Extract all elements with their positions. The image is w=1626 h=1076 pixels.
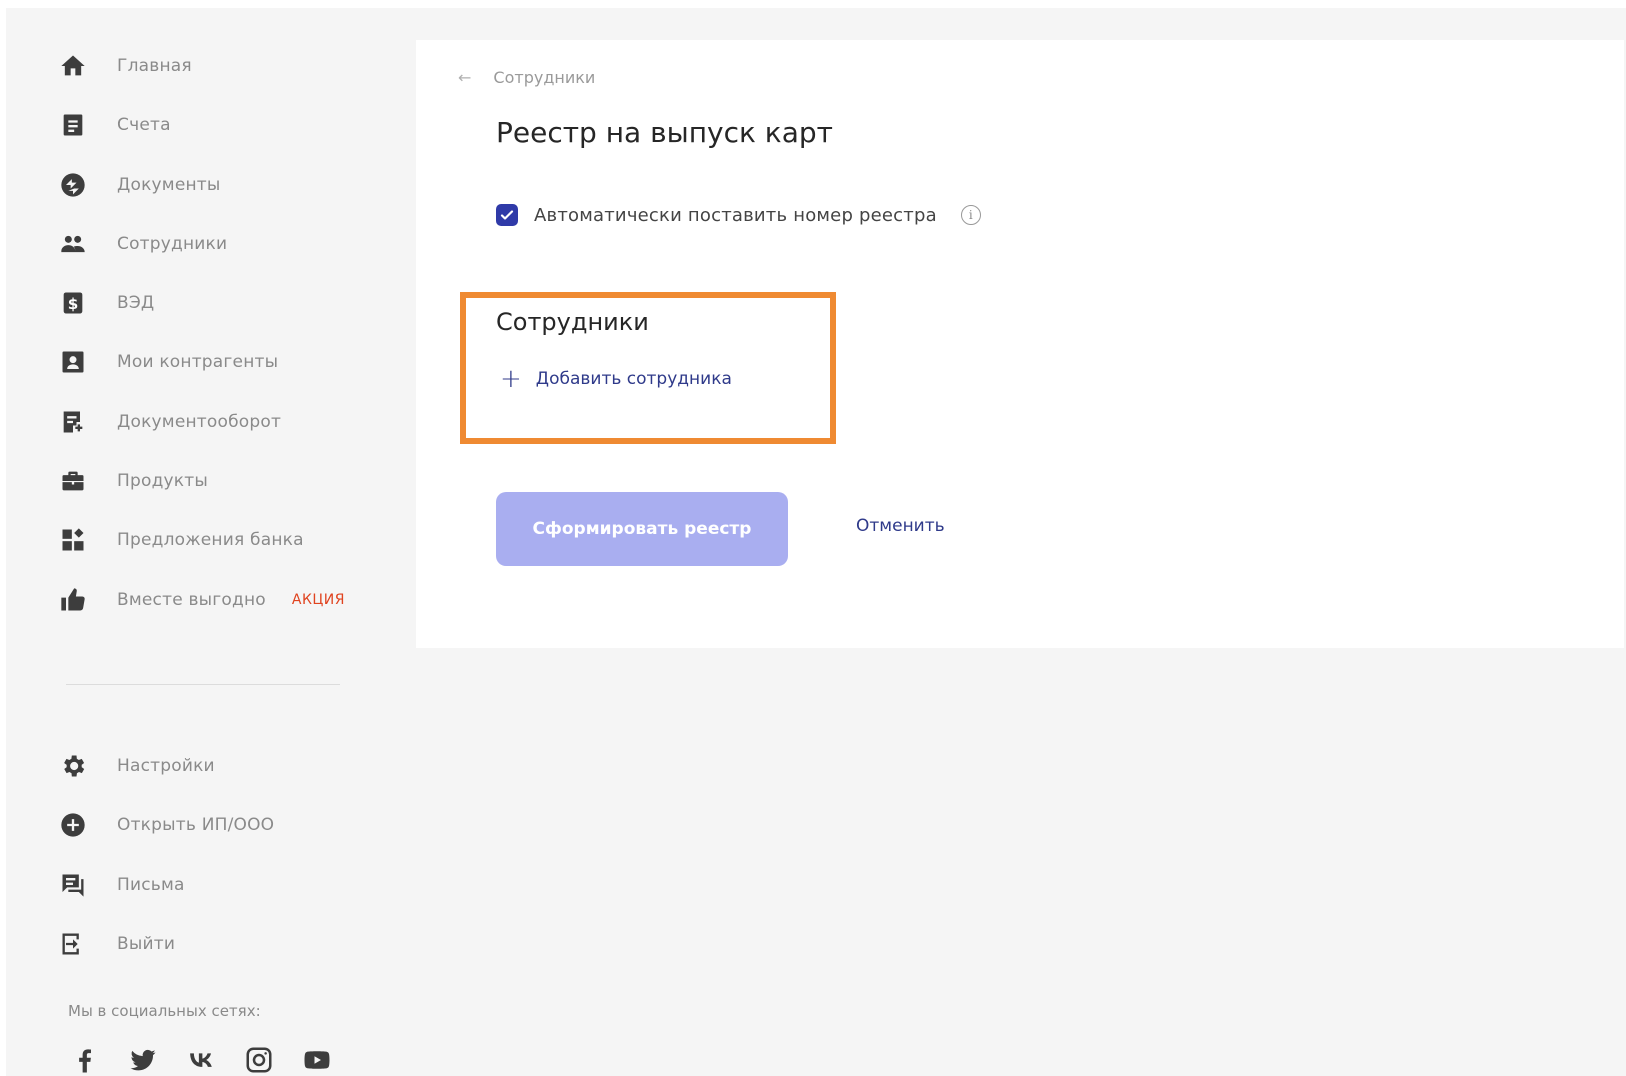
- sidebar-item-label: Открыть ИП/ООО: [117, 815, 275, 835]
- home-icon: [58, 51, 88, 81]
- thumbs-up-icon: [58, 585, 88, 615]
- sidebar-item-label: Главная: [117, 56, 192, 76]
- sidebar-item-bank-offers[interactable]: Предложения банка: [58, 520, 378, 560]
- checkmark-icon: [500, 210, 514, 220]
- sidebar-item-label: Выйти: [117, 934, 176, 954]
- add-employee-label: Добавить сотрудника: [535, 369, 732, 389]
- sidebar-item-label: Предложения банка: [117, 530, 304, 550]
- sidebar-item-label: Документы: [117, 175, 221, 195]
- sidebar-item-together[interactable]: Вместе выгодно АКЦИЯ: [58, 580, 378, 620]
- employees-section-title: Сотрудники: [496, 308, 649, 336]
- sidebar-item-label: Продукты: [117, 471, 208, 491]
- sidebar-item-ved[interactable]: $ ВЭД: [58, 283, 378, 323]
- sidebar-item-label: Настройки: [117, 756, 215, 776]
- sidebar-item-label: Мои контрагенты: [117, 352, 279, 372]
- instagram-icon[interactable]: [242, 1043, 276, 1076]
- sidebar-item-documents[interactable]: Документы: [58, 165, 378, 205]
- sidebar-item-settings[interactable]: Настройки: [58, 746, 378, 786]
- sidebar-item-products[interactable]: Продукты: [58, 461, 378, 501]
- messages-icon: [58, 870, 88, 900]
- plus-icon: +: [500, 364, 522, 394]
- add-employee-button[interactable]: + Добавить сотрудника: [500, 366, 732, 392]
- breadcrumb-link[interactable]: Сотрудники: [493, 68, 595, 87]
- dollar-icon: $: [58, 288, 88, 318]
- sidebar-item-label: Вместе выгодно: [117, 590, 266, 610]
- briefcase-icon: [58, 466, 88, 496]
- widgets-icon: [58, 525, 88, 555]
- sidebar-item-logout[interactable]: Выйти: [58, 924, 378, 964]
- promo-badge: АКЦИЯ: [291, 592, 345, 608]
- auto-number-checkbox[interactable]: [496, 204, 518, 226]
- sidebar-item-employees[interactable]: Сотрудники: [58, 224, 378, 264]
- document-icon: [58, 110, 88, 140]
- sidebar-item-label: Сотрудники: [117, 234, 228, 254]
- sidebar-item-label: Документооборот: [117, 412, 282, 432]
- app-window: Главная Счета Документы Сотрудники $ ВЭД: [6, 8, 1626, 1076]
- sidebar-item-counterparties[interactable]: Мои контрагенты: [58, 342, 378, 382]
- social-links: [68, 1043, 334, 1076]
- auto-number-label[interactable]: Автоматически поставить номер реестра: [534, 205, 937, 226]
- gear-icon: [58, 751, 88, 781]
- sidebar-item-home[interactable]: Главная: [58, 46, 378, 86]
- sidebar-item-label: ВЭД: [117, 293, 155, 313]
- auto-number-option: Автоматически поставить номер реестра i: [496, 204, 981, 226]
- facebook-icon[interactable]: [68, 1043, 102, 1076]
- exchange-icon: [58, 170, 88, 200]
- sidebar-item-label: Письма: [117, 875, 185, 895]
- cancel-button[interactable]: Отменить: [856, 516, 945, 536]
- sidebar-item-open-company[interactable]: Открыть ИП/ООО: [58, 805, 378, 845]
- sidebar-item-edo[interactable]: Документооборот: [58, 402, 378, 442]
- social-title: Мы в социальных сетях:: [68, 1002, 261, 1020]
- sidebar: Главная Счета Документы Сотрудники $ ВЭД: [6, 8, 396, 1076]
- plus-circle-icon: [58, 810, 88, 840]
- breadcrumb[interactable]: ← Сотрудники: [458, 68, 595, 87]
- document-flow-icon: [58, 407, 88, 437]
- sidebar-item-accounts[interactable]: Счета: [58, 105, 378, 145]
- arrow-left-icon[interactable]: ←: [458, 68, 471, 87]
- contact-card-icon: [58, 347, 88, 377]
- main-card: ← Сотрудники Реестр на выпуск карт Автом…: [416, 40, 1624, 648]
- create-registry-button[interactable]: Сформировать реестр: [496, 492, 788, 566]
- sidebar-item-label: Счета: [117, 115, 171, 135]
- svg-text:$: $: [68, 295, 79, 313]
- page-title: Реестр на выпуск карт: [496, 116, 833, 149]
- logout-icon: [58, 929, 88, 959]
- sidebar-divider: [66, 684, 340, 685]
- info-icon[interactable]: i: [960, 205, 981, 225]
- people-icon: [58, 229, 88, 259]
- vk-icon[interactable]: [184, 1043, 218, 1076]
- sidebar-item-letters[interactable]: Письма: [58, 865, 378, 905]
- twitter-icon[interactable]: [126, 1043, 160, 1076]
- youtube-icon[interactable]: [300, 1043, 334, 1076]
